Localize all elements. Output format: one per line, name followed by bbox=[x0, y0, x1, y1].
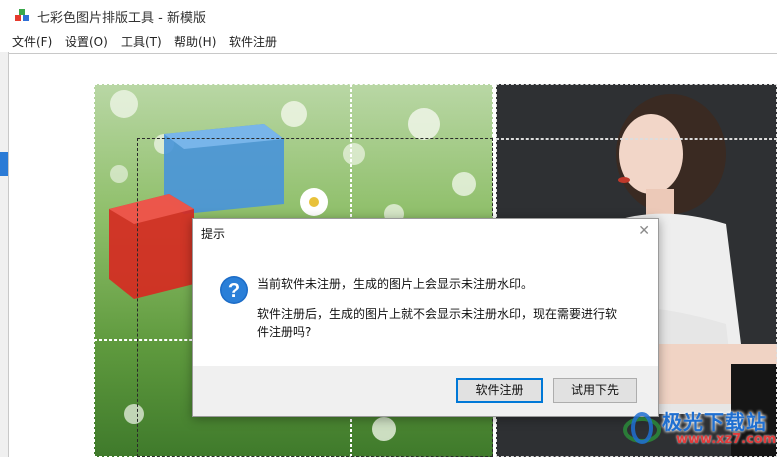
left-panel-edge bbox=[0, 52, 9, 457]
menu-settings[interactable]: 设置(O) bbox=[65, 33, 108, 50]
menu-help[interactable]: 帮助(H) bbox=[174, 33, 216, 50]
close-icon[interactable]: ✕ bbox=[638, 223, 650, 239]
dialog-title: 提示 bbox=[201, 227, 226, 241]
dialog-message-line1: 当前软件未注册，生成的图片上会显示未注册水印。 bbox=[257, 277, 534, 291]
dialog-footer: 软件注册 试用下先 bbox=[193, 366, 658, 416]
title-bar: 七彩色图片排版工具 - 新模版 bbox=[0, 0, 777, 30]
dialog-message-line2: 软件注册后，生成的图片上就不会显示未注册水印，现在需要进行软件注册吗? bbox=[257, 307, 618, 339]
watermark-url: www.xz7.com bbox=[676, 432, 777, 447]
guide-horizontal-right bbox=[496, 138, 777, 140]
menu-tools[interactable]: 工具(T) bbox=[121, 33, 162, 50]
site-watermark: 极光下载站 www.xz7.com bbox=[618, 404, 777, 457]
watermark-text: 极光下载站 bbox=[662, 410, 767, 434]
register-button[interactable]: 软件注册 bbox=[456, 378, 543, 403]
window-title: 七彩色图片排版工具 - 新模版 bbox=[37, 11, 206, 26]
menu-bar: 文件(F) 设置(O) 工具(T) 帮助(H) 软件注册 bbox=[0, 30, 777, 52]
menu-file[interactable]: 文件(F) bbox=[12, 33, 52, 50]
watermark-logo-icon bbox=[623, 412, 661, 444]
panel-selection-marker bbox=[0, 152, 8, 176]
question-icon: ? bbox=[220, 276, 248, 304]
try-first-button[interactable]: 试用下先 bbox=[553, 378, 637, 403]
svg-text:?: ? bbox=[228, 280, 240, 302]
prompt-dialog: 提示 ✕ ? 当前软件未注册，生成的图片上会显示未注册水印。 软件注册后，生成的… bbox=[192, 218, 659, 417]
menu-register[interactable]: 软件注册 bbox=[229, 33, 277, 50]
app-logo-icon bbox=[15, 9, 29, 21]
